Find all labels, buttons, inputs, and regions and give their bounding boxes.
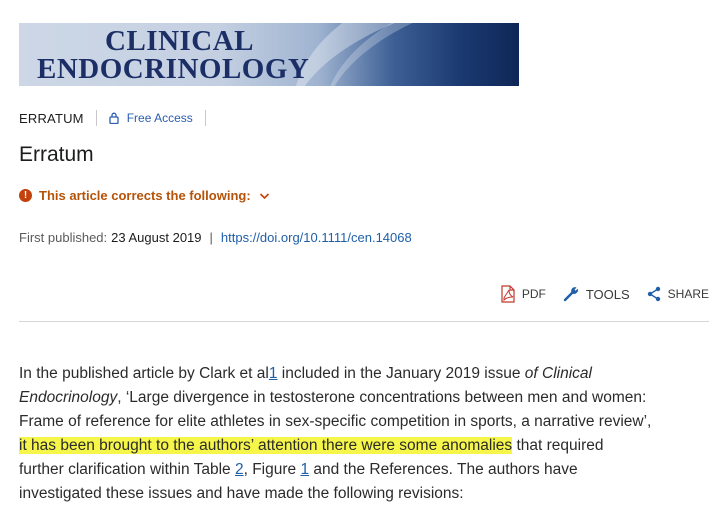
first-published-date: 23 August 2019 bbox=[111, 230, 202, 245]
journal-name-line2: ENDOCRINOLOGY bbox=[37, 53, 310, 85]
journal-banner[interactable]: CLINICAL ENDOCRINOLOGY bbox=[19, 23, 519, 86]
text-run: , Figure bbox=[243, 461, 301, 478]
tools-label: TOOLS bbox=[585, 286, 630, 302]
figure-link[interactable]: 1 bbox=[300, 461, 309, 478]
paragraph-line: investigated these issues and have made … bbox=[19, 485, 464, 502]
text-run: that required bbox=[512, 437, 604, 454]
paragraph-line: Frame of reference for elite athletes in… bbox=[19, 413, 652, 430]
share-label: SHARE bbox=[667, 287, 709, 301]
pdf-icon bbox=[501, 285, 515, 303]
share-button[interactable]: SHARE bbox=[646, 286, 709, 302]
free-access-label: Free Access bbox=[126, 111, 193, 125]
wrench-icon bbox=[563, 287, 578, 302]
publication-info: First published: 23 August 2019 | https:… bbox=[19, 230, 412, 245]
alert-icon: ! bbox=[19, 189, 32, 202]
pub-separator: | bbox=[209, 230, 213, 245]
tools-button[interactable]: TOOLS bbox=[562, 285, 630, 303]
first-published-label: First published: bbox=[19, 230, 108, 245]
journal-italic: of Clinical bbox=[524, 365, 592, 382]
meta-divider-end bbox=[204, 110, 206, 126]
text-run: In the published article by Clark et al bbox=[19, 365, 269, 382]
text-run: further clarification within Table bbox=[19, 461, 235, 478]
doi-link[interactable]: https://doi.org/10.1111/cen.14068 bbox=[221, 230, 412, 245]
highlighted-text: it has been brought to the authors’ atte… bbox=[19, 437, 513, 454]
share-icon bbox=[647, 286, 660, 302]
section-divider bbox=[19, 321, 709, 322]
corrects-label: This article corrects the following: bbox=[39, 188, 251, 203]
pdf-button[interactable]: PDF bbox=[500, 285, 546, 303]
table-link[interactable]: 2 bbox=[235, 461, 244, 478]
lock-icon bbox=[109, 112, 119, 124]
paragraph-line: further clarification within Table 2, Fi… bbox=[19, 458, 709, 482]
article-toolbar: PDF TOOLS SHARE bbox=[484, 285, 709, 303]
text-run: included in the January 2019 issue bbox=[277, 365, 525, 382]
text-run: , ‘Large divergence in testosterone conc… bbox=[117, 389, 647, 406]
paragraph-line: In the published article by Clark et al1… bbox=[19, 362, 709, 386]
text-run: and the References. The authors have bbox=[309, 461, 578, 478]
erratum-paragraph: In the published article by Clark et al 1… bbox=[19, 362, 709, 506]
paragraph-line: Endocrinology, ‘Large divergence in test… bbox=[19, 386, 709, 410]
meta-divider bbox=[95, 110, 97, 126]
journal-italic: Endocrinology bbox=[19, 389, 118, 406]
chevron-down-icon bbox=[259, 192, 269, 199]
pdf-label: PDF bbox=[521, 287, 546, 301]
page-title: Erratum bbox=[19, 143, 94, 166]
corrects-toggle[interactable]: ! This article corrects the following: bbox=[19, 188, 270, 203]
paragraph-line: it has been brought to the authors’ atte… bbox=[19, 434, 709, 458]
article-meta: ERRATUM Free Access bbox=[19, 109, 218, 127]
article-type: ERRATUM bbox=[19, 110, 84, 126]
